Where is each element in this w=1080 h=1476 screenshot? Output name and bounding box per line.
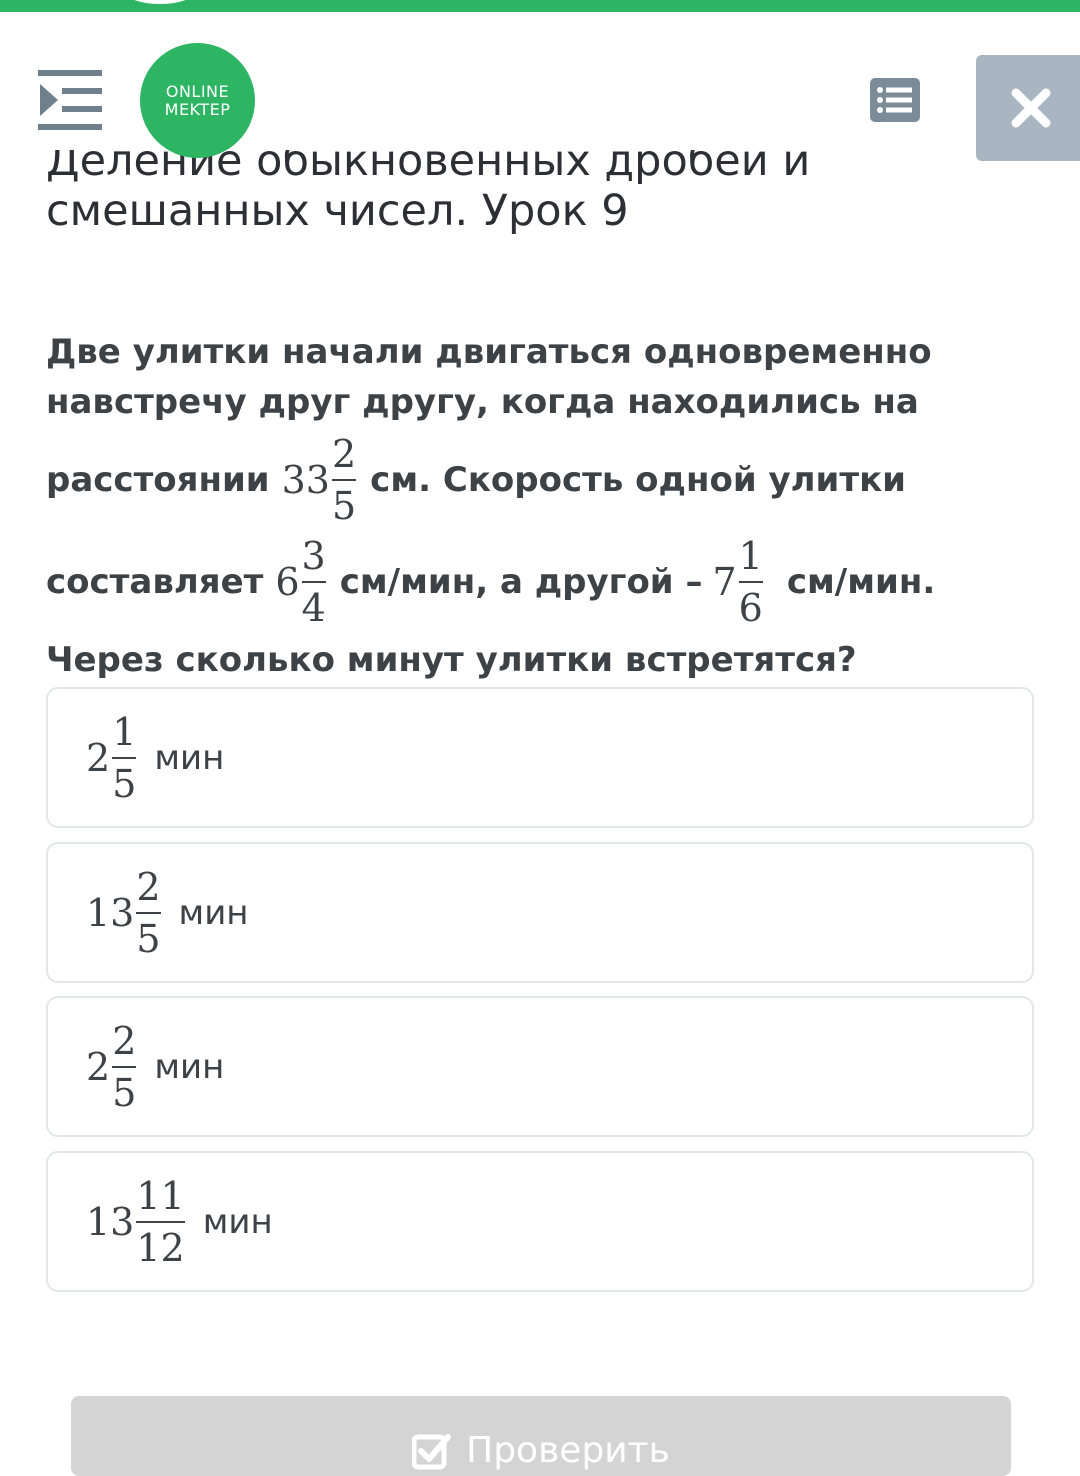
speed2-whole: 7 (712, 560, 737, 604)
menu-collapse-icon[interactable] (38, 70, 102, 130)
question-line-4-end: см/мин. (786, 562, 936, 602)
answer-3-mixed-number: 2 2 5 (86, 1018, 137, 1115)
answer-1-mixed-number: 2 1 5 (86, 709, 137, 806)
question-line-5: Через сколько минут улитки встретятся? (46, 640, 857, 680)
speed1-fraction: 3 4 (301, 534, 326, 630)
answer-1-denominator: 5 (112, 761, 137, 806)
answer-option-4[interactable]: 13 11 12 мин (46, 1151, 1034, 1292)
speed1-numerator: 3 (301, 534, 326, 578)
lesson-title: Деление обыкновенных дробей и смешанных … (46, 150, 1006, 236)
answer-2-whole: 13 (86, 890, 135, 935)
answer-2-mixed-number: 13 2 5 (86, 865, 161, 961)
question-line-3-end: см. Скорость одной улитки (370, 460, 906, 500)
lesson-title-line-2: смешанных чисел. Урок 9 (46, 186, 629, 236)
answer-1-unit: мин (154, 737, 225, 778)
list-icon[interactable] (870, 78, 920, 122)
check-answer-button[interactable]: Проверить (71, 1396, 1011, 1476)
question-line-1: Две улитки начали двигаться одновременно (46, 332, 932, 372)
answer-2-numerator: 2 (136, 864, 161, 909)
question-line-3: расстоянии 33 2 5 см. Скорость одной ули… (46, 432, 906, 528)
answer-3-unit: мин (154, 1046, 225, 1087)
answer-1-whole: 2 (86, 735, 111, 780)
answer-2-fraction: 2 5 (136, 864, 161, 961)
answer-4-whole: 13 (86, 1199, 135, 1244)
checkbox-icon (412, 1433, 452, 1469)
speed2-denominator: 6 (738, 586, 763, 630)
answer-option-1[interactable]: 2 1 5 мин (46, 687, 1034, 828)
answer-3-whole: 2 (86, 1044, 111, 1089)
answer-2-unit: мин (178, 892, 249, 933)
question-line-4-start: составляет (46, 562, 264, 602)
answer-4-numerator: 11 (136, 1173, 185, 1218)
answer-4-unit: мин (202, 1201, 273, 1242)
online-mektep-logo[interactable]: ONLINE MEKTEP (140, 43, 255, 158)
speed2-mixed-number: 7 1 6 (712, 534, 763, 630)
answer-4-mixed-number: 13 11 12 (86, 1174, 185, 1270)
close-icon (1011, 88, 1051, 128)
fraction-bar (738, 581, 763, 583)
fraction-bar (112, 756, 137, 759)
answer-1-numerator: 1 (112, 709, 137, 754)
answer-4-fraction: 11 12 (136, 1173, 185, 1270)
lesson-title-line-1: Деление обыкновенных дробей и (46, 150, 811, 186)
close-button[interactable] (976, 55, 1080, 161)
question-line-3-start: расстоянии (46, 460, 270, 500)
fraction-bar (301, 581, 326, 583)
answer-3-denominator: 5 (112, 1070, 137, 1115)
top-accent-bar (0, 0, 1080, 12)
logo-line-2: MEKTEP (164, 99, 231, 119)
answer-4-denominator: 12 (136, 1225, 185, 1270)
distance-fraction: 2 5 (331, 432, 357, 528)
fraction-bar (331, 479, 357, 481)
answer-option-2[interactable]: 13 2 5 мин (46, 842, 1034, 983)
distance-numerator: 2 (331, 432, 357, 476)
answer-3-numerator: 2 (112, 1018, 137, 1063)
fraction-bar (136, 911, 161, 914)
speed1-whole: 6 (275, 560, 300, 604)
fraction-bar (112, 1065, 137, 1068)
answer-1-fraction: 1 5 (112, 709, 137, 806)
speed1-mixed-number: 6 3 4 (275, 534, 326, 630)
top-bar-notch (120, 0, 200, 4)
answer-option-3[interactable]: 2 2 5 мин (46, 996, 1034, 1137)
answer-3-fraction: 2 5 (112, 1018, 137, 1115)
speed2-numerator: 1 (738, 534, 763, 578)
distance-whole: 33 (281, 458, 330, 502)
distance-denominator: 5 (331, 484, 357, 528)
check-button-label: Проверить (466, 1430, 670, 1471)
answer-2-denominator: 5 (136, 916, 161, 961)
logo-line-1: ONLINE (165, 81, 230, 101)
question-line-4: составляет 6 3 4 см/мин, а другой – 7 1 … (46, 534, 935, 630)
speed2-fraction: 1 6 (738, 534, 763, 630)
distance-mixed-number: 33 2 5 (282, 432, 357, 528)
fraction-bar (136, 1220, 185, 1223)
question-line-4-middle: см/мин, а другой – (339, 562, 703, 602)
speed1-denominator: 4 (301, 586, 326, 630)
question-line-2: навстречу друг другу, когда находились н… (46, 382, 919, 422)
